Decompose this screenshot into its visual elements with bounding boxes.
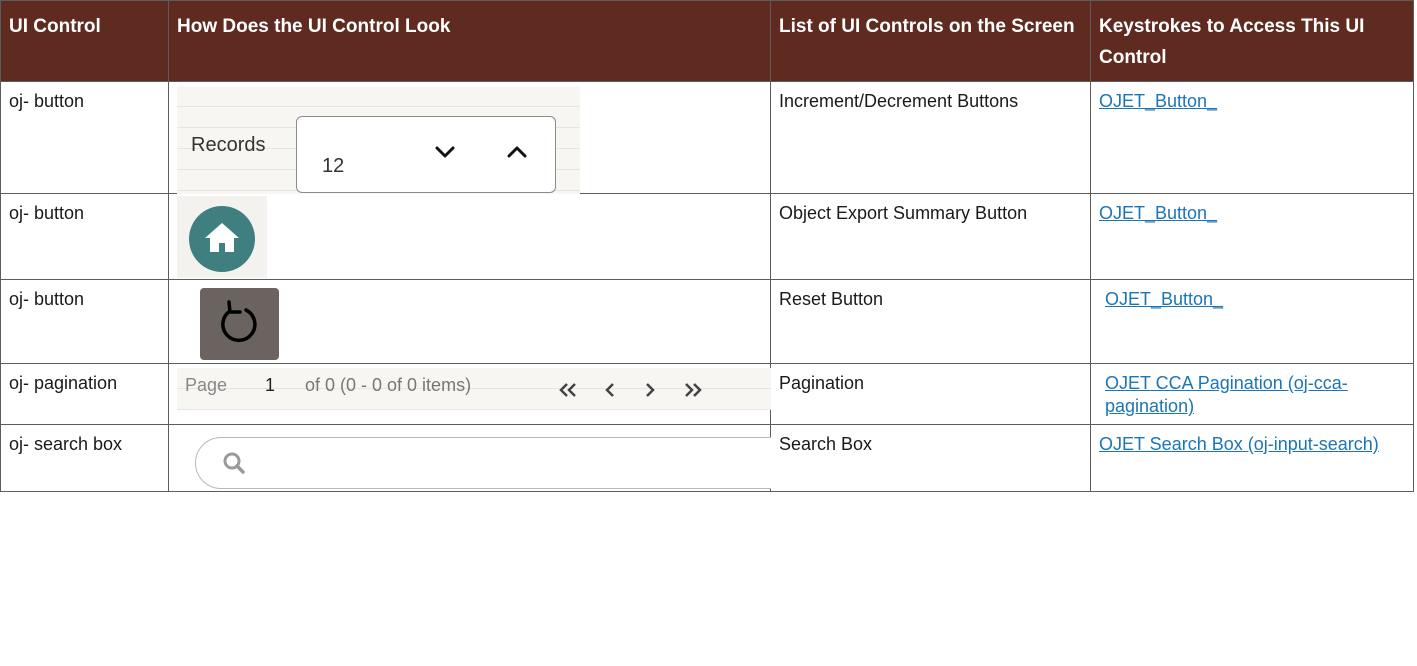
header-row: UI Control How Does the UI Control Look … (0, 0, 1414, 82)
chevron-down-icon (435, 146, 455, 158)
keystroke-link[interactable]: OJET_Button_ (1105, 289, 1223, 309)
reset-icon (221, 300, 257, 343)
control-preview (168, 193, 771, 280)
control-name: oj- search box (0, 424, 169, 492)
records-field: 12 (296, 116, 556, 193)
control-name: oj- button (0, 81, 169, 194)
records-label: Records (191, 134, 266, 156)
control-preview (168, 279, 771, 364)
home-button (189, 206, 255, 272)
control-list-name: Pagination (770, 363, 1091, 425)
home-icon (205, 223, 239, 252)
control-list-name: Reset Button (770, 279, 1091, 364)
control-list-name: Object Export Summary Button (770, 193, 1091, 280)
control-list-name: Increment/Decrement Buttons (770, 81, 1091, 194)
ui-controls-table: UI Control How Does the UI Control Look … (0, 0, 1414, 492)
home-button-snippet (177, 196, 267, 278)
previous-page-icon (605, 383, 614, 397)
header-list-of-controls: List of UI Controls on the Screen (770, 0, 1091, 82)
control-preview (168, 424, 771, 492)
control-preview: Records 12 (168, 81, 771, 194)
header-keystrokes: Keystrokes to Access This UI Control (1090, 0, 1414, 82)
header-how-it-looks: How Does the UI Control Look (168, 0, 771, 82)
control-preview: Page 1 of 0 (0 - 0 of 0 items) (168, 363, 771, 425)
control-name: oj- button (0, 193, 169, 280)
control-list-name: Search Box (770, 424, 1091, 492)
search-icon (223, 452, 245, 474)
page-summary: of 0 (0 - 0 of 0 items) (305, 375, 472, 395)
records-value: 12 (322, 155, 345, 177)
first-page-icon (559, 383, 576, 397)
keystroke-link[interactable]: OJET_Button_ (1099, 203, 1217, 223)
keystroke-link[interactable]: OJET_Button_ (1099, 91, 1217, 111)
table-row: oj- button Reset Button OJET_Button_ (0, 279, 1414, 364)
keystroke-link[interactable]: OJET CCA Pagination (oj-cca-pagination) (1105, 373, 1348, 416)
control-name: oj- pagination (0, 363, 169, 425)
pagination-snippet: Page 1 of 0 (0 - 0 of 0 items) (177, 368, 771, 410)
search-box-snippet (177, 431, 771, 491)
header-ui-control: UI Control (0, 0, 169, 82)
table-row: oj- button Object Export Summary Button … (0, 193, 1414, 280)
reset-button (200, 288, 279, 360)
page-label: Page (185, 375, 228, 395)
next-page-icon (646, 383, 655, 397)
table-row: oj- button Records 12 Increment/Decremen… (0, 81, 1414, 194)
last-page-icon (685, 383, 702, 397)
page-number: 1 (265, 375, 276, 395)
table-row: oj- search box Search Box OJET Search Bo… (0, 424, 1414, 492)
control-name: oj- button (0, 279, 169, 364)
records-stepper-snippet: Records 12 (177, 86, 580, 194)
chevron-up-icon (507, 146, 527, 158)
table-row: oj- pagination Page 1 of 0 (0 - 0 of 0 i… (0, 363, 1414, 425)
search-input (195, 437, 771, 489)
keystroke-link[interactable]: OJET Search Box (oj-input-search) (1099, 434, 1379, 454)
